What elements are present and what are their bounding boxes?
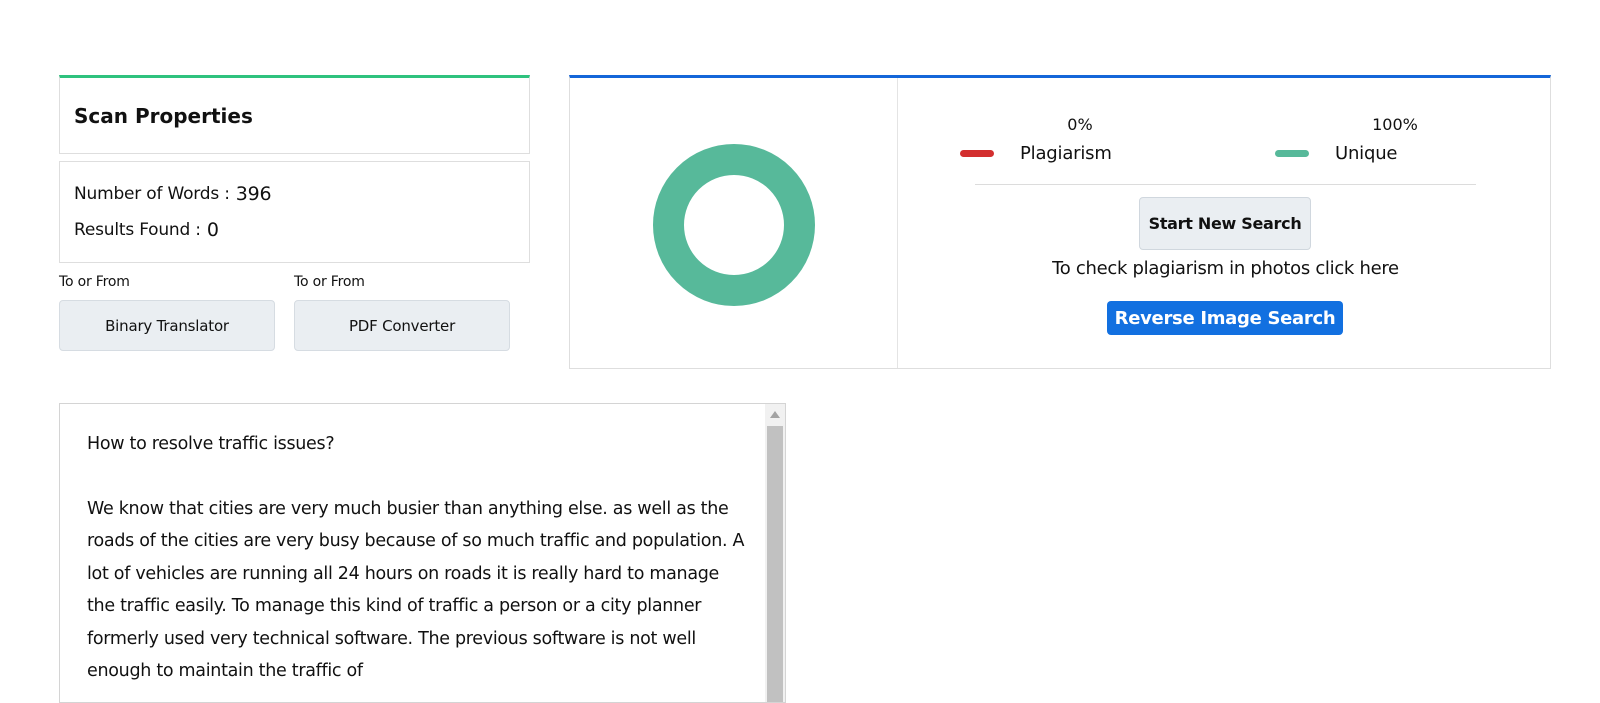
- words-count-label: Number of Words :: [74, 184, 230, 204]
- pdf-converter-tool: To or From PDF Converter: [294, 272, 510, 351]
- plagiarism-label: Plagiarism: [1020, 142, 1112, 164]
- results-found-value: 0: [206, 219, 219, 241]
- photo-check-text: To check plagiarism in photos click here: [1052, 258, 1399, 279]
- start-new-search-button[interactable]: Start New Search: [1139, 197, 1311, 250]
- unique-label: Unique: [1335, 142, 1398, 164]
- result-panel: 0% Plagiarism 100% Unique Start New Sear…: [569, 75, 1551, 369]
- results-found-row: Results Found : 0: [74, 212, 515, 248]
- pdf-converter-caption: To or From: [294, 274, 365, 290]
- content-textarea[interactable]: How to resolve traffic issues? We know t…: [59, 403, 786, 703]
- textarea-scrollbar[interactable]: [765, 404, 785, 702]
- words-count-row: Number of Words : 396: [74, 176, 515, 212]
- plagiarism-percent: 0%: [1067, 115, 1093, 134]
- words-count-value: 396: [235, 183, 272, 205]
- unique-legend: 100% Unique: [1275, 112, 1475, 168]
- binary-translator-caption: To or From: [59, 274, 130, 290]
- reverse-image-search-button[interactable]: Reverse Image Search: [1107, 301, 1343, 335]
- scan-properties-header: Scan Properties: [59, 75, 530, 154]
- scan-properties-title: Scan Properties: [74, 103, 253, 128]
- scan-stats-box: Number of Words : 396 Results Found : 0: [59, 161, 530, 263]
- legend-divider: [975, 184, 1476, 185]
- unique-color-swatch: [1275, 149, 1309, 157]
- unique-percent: 100%: [1372, 115, 1418, 134]
- content-heading: How to resolve traffic issues?: [87, 434, 335, 454]
- pdf-converter-button[interactable]: PDF Converter: [294, 300, 510, 351]
- triangle-up-icon: [770, 410, 780, 418]
- binary-translator-tool: To or From Binary Translator: [59, 272, 275, 351]
- binary-translator-button[interactable]: Binary Translator: [59, 300, 275, 351]
- plagiarism-legend: 0% Plagiarism: [960, 112, 1160, 168]
- results-found-label: Results Found :: [74, 220, 201, 240]
- content-text: How to resolve traffic issues? We know t…: [87, 428, 747, 688]
- scroll-up-button[interactable]: [765, 404, 785, 424]
- plagiarism-color-swatch: [960, 149, 994, 157]
- unique-slice: [653, 144, 815, 306]
- scroll-thumb[interactable]: [767, 426, 783, 702]
- content-body: We know that cities are very much busier…: [87, 498, 745, 682]
- donut-chart-cell: [570, 78, 898, 368]
- result-donut-chart: [653, 144, 815, 306]
